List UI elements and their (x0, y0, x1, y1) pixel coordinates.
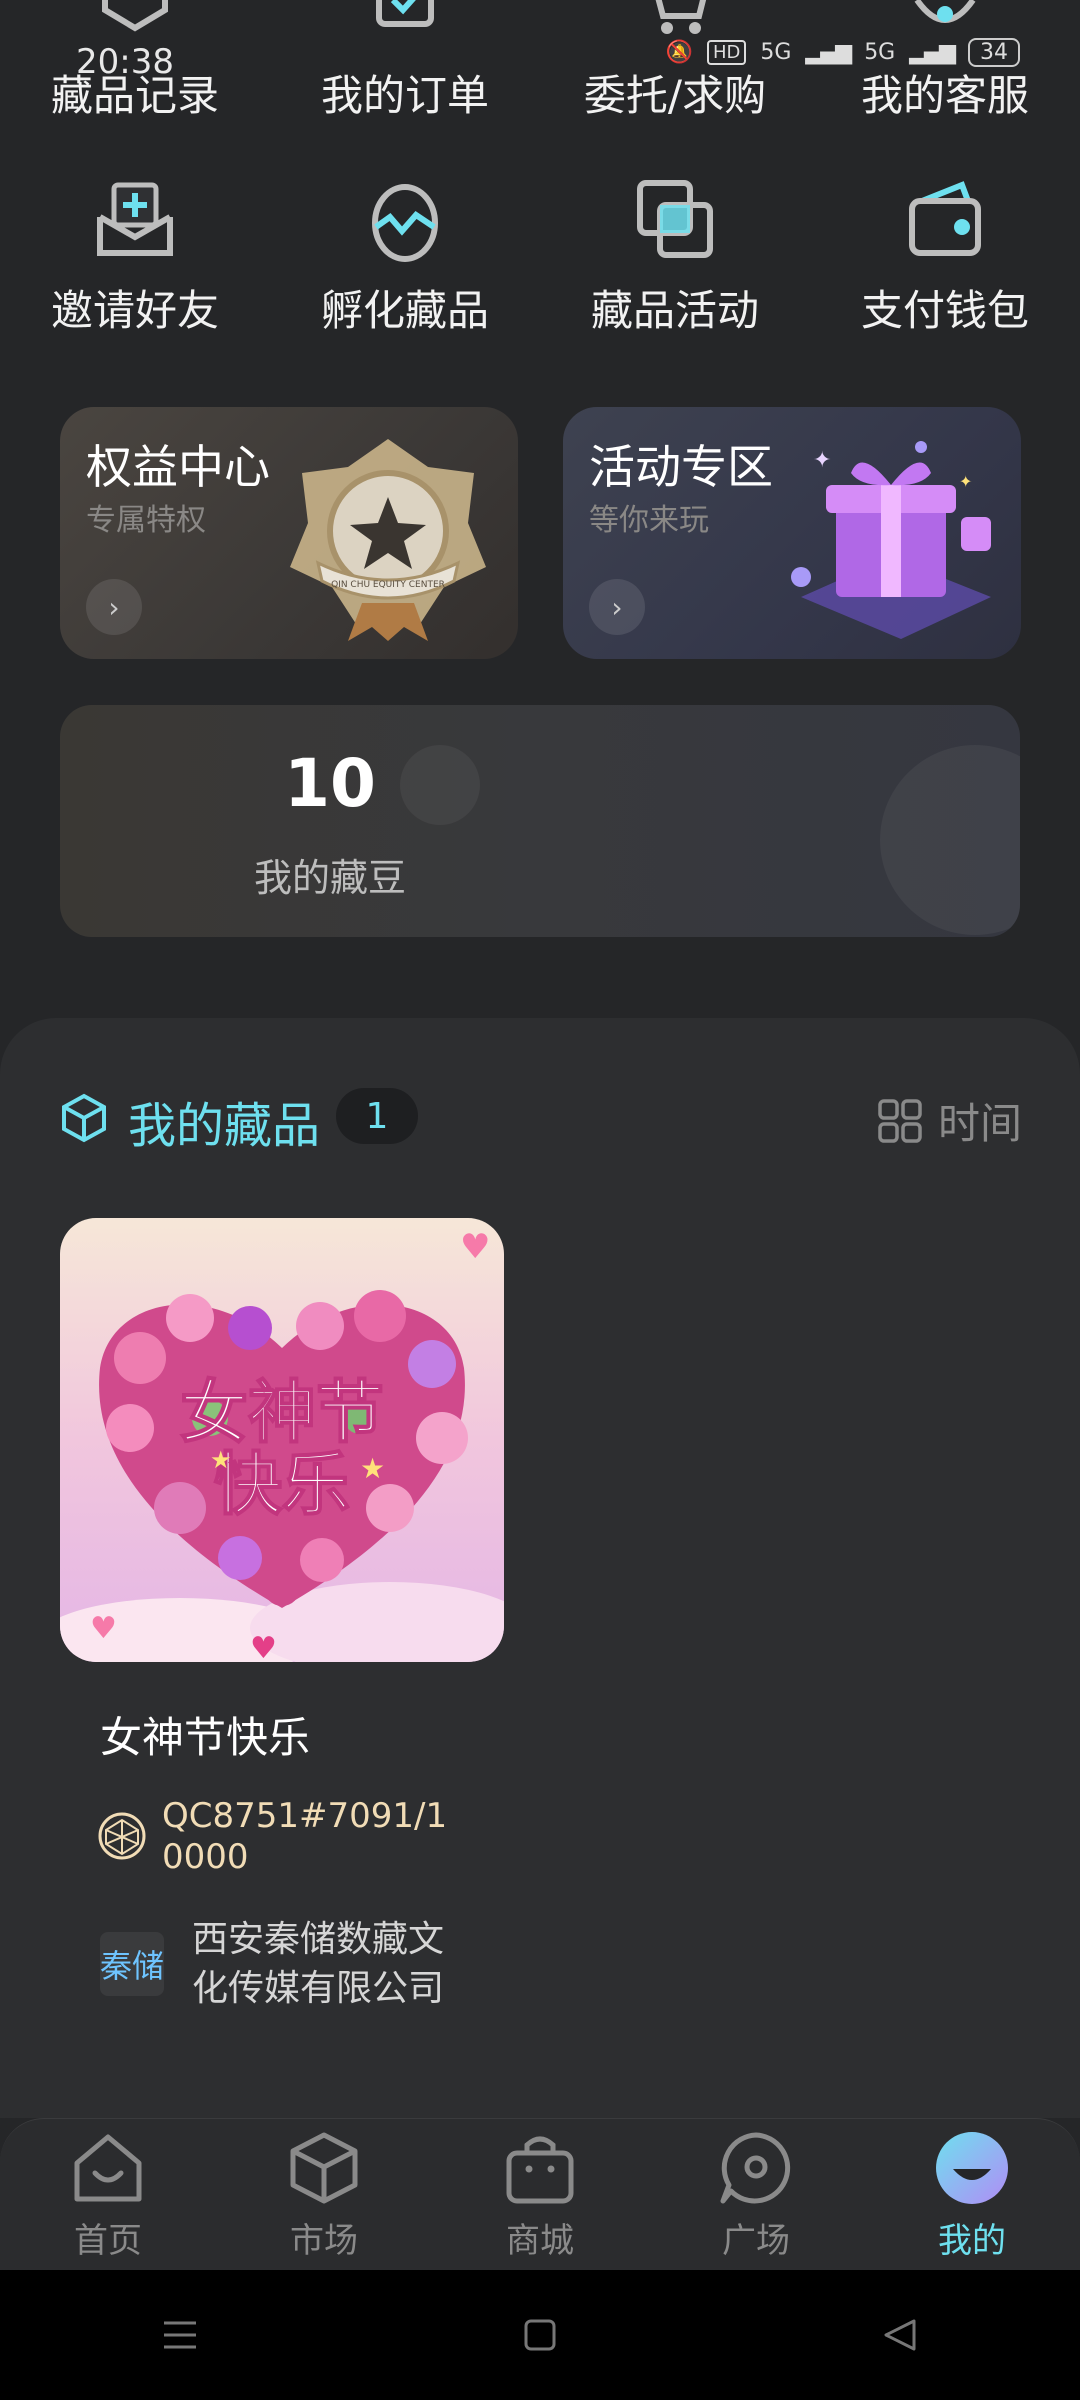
tab-label: 我的 (938, 2221, 1006, 2261)
sort-by-time-button[interactable]: 时间 (878, 1090, 1022, 1151)
blockchain-icon (98, 1812, 146, 1860)
home-nav-button[interactable] (510, 2305, 570, 2365)
equity-badge-text: QIN CHU EQUITY CENTER (331, 580, 445, 590)
collection-header: 我的藏品 1 时间 (58, 1086, 1022, 1154)
svg-text:♥: ♥ (460, 1227, 490, 1267)
collection-item-issuer: 西安秦储数藏文化传媒有限公司 (192, 1919, 445, 2009)
svg-text:★: ★ (360, 1452, 385, 1485)
promo-subtitle: 等你来玩 (589, 503, 709, 538)
grid-item-wallet[interactable]: 支付钱包 (810, 175, 1080, 338)
tab-home[interactable]: 首页 (0, 2119, 216, 2270)
svg-text:✦: ✦ (959, 472, 972, 491)
my-beans-card[interactable]: 10 我的藏豆 (60, 705, 1020, 937)
tab-plaza[interactable]: 广场 (648, 2119, 864, 2270)
beans-count: 10 (284, 745, 376, 822)
cart-icon (630, 0, 720, 50)
back-nav-button[interactable] (870, 2305, 930, 2365)
svg-text:♥: ♥ (90, 1611, 117, 1646)
promo-title: 权益中心 (86, 440, 270, 494)
grid-item-invite-friends[interactable]: 邀请好友 (0, 175, 270, 338)
tab-shop[interactable]: 商城 (432, 2119, 648, 2270)
tab-mine[interactable]: 我的 (864, 2119, 1080, 2270)
tab-market[interactable]: 市场 (216, 2119, 432, 2270)
collection-item-name: 女神节快乐 (100, 1713, 311, 1762)
grid-item-entrust[interactable]: 委托/求购 (540, 0, 810, 123)
chevron-right-icon[interactable]: › (86, 579, 142, 635)
grid-item-customer-service[interactable]: 我的客服 (810, 0, 1080, 123)
cube-outline-icon (62, 1093, 106, 1143)
back-triangle-icon (884, 2319, 916, 2351)
chat-icon (720, 2132, 791, 2204)
wallet-icon (900, 175, 990, 265)
promo-title: 活动专区 (589, 440, 773, 494)
decor-circle (880, 745, 1020, 935)
issuer-logo: 秦储 (100, 1932, 164, 1996)
grid-item-activities[interactable]: 藏品活动 (540, 175, 810, 338)
grid-label: 藏品活动 (590, 286, 759, 335)
cube-icon (290, 2132, 358, 2204)
egg-icon (360, 175, 450, 265)
artwork-text-line1: 女神节 (180, 1373, 384, 1453)
grid-item-collection-record[interactable]: 藏品记录 (0, 0, 270, 123)
svg-text:★: ★ (210, 1446, 232, 1474)
profile-icon (936, 2132, 1008, 2204)
sort-label: 时间 (937, 1099, 1022, 1148)
quick-actions-row-1: 藏品记录 我的订单 委托/求购 我的客服 (0, 0, 1080, 123)
bottom-tab-bar: 首页 市场 商城 广场 我的 (0, 2118, 1080, 2270)
tab-label: 商城 (506, 2221, 574, 2261)
artwork-text-line2: 快乐 (214, 1445, 350, 1525)
grid-item-my-orders[interactable]: 我的订单 (270, 0, 540, 123)
activity-zone-card[interactable]: 活动专区 等你来玩 › ✦ ✦ (563, 407, 1021, 659)
tab-label: 广场 (722, 2221, 790, 2261)
shield-icon (90, 0, 180, 50)
svg-text:✦: ✦ (813, 448, 831, 473)
grid-label: 委托/求购 (583, 71, 767, 120)
order-icon (360, 0, 450, 50)
goddess-day-artwork: 女神节 快乐 ★ ★ ♥ ♥ ♥ (60, 1218, 504, 1662)
collection-count-badge: 1 (336, 1088, 418, 1144)
collection-title: 我的藏品 (128, 1098, 321, 1154)
equity-badge-icon: QIN CHU EQUITY CENTER (290, 439, 486, 641)
grid-item-incubate[interactable]: 孵化藏品 (270, 175, 540, 338)
collection-panel: 我的藏品 1 时间 女神节 快乐 ★ ★ ♥ ♥ ♥ 女神节快乐 QC8751#… (0, 1018, 1080, 2118)
headset-icon (900, 0, 990, 50)
grid-label: 孵化藏品 (320, 286, 489, 335)
home-icon (74, 2134, 142, 2202)
activity-icon (630, 175, 720, 265)
grid-label: 藏品记录 (50, 71, 219, 120)
promo-subtitle: 专属特权 (86, 503, 206, 538)
tab-label: 首页 (74, 2221, 142, 2261)
menu-icon (164, 2321, 196, 2349)
gift-box-icon: ✦ ✦ (791, 441, 991, 639)
chevron-right-icon[interactable]: › (589, 579, 645, 635)
square-icon (524, 2319, 556, 2351)
quick-actions-row-2: 邀请好友 孵化藏品 藏品活动 支付钱包 (0, 175, 1080, 338)
collection-item-image[interactable]: 女神节 快乐 ★ ★ ♥ ♥ ♥ (60, 1218, 504, 1662)
beans-label: 我的藏豆 (253, 856, 406, 900)
grid-view-icon (878, 1098, 922, 1143)
invite-icon (90, 175, 180, 265)
grid-label: 邀请好友 (50, 286, 219, 335)
grid-label: 我的客服 (860, 71, 1029, 120)
menu-nav-button[interactable] (150, 2305, 210, 2365)
equity-center-card[interactable]: 权益中心 专属特权 › QIN CHU EQUITY CENTER (60, 407, 518, 659)
collection-item-serial: QC8751#7091/10000 (162, 1796, 448, 1878)
tab-label: 市场 (290, 2221, 358, 2261)
shop-bag-icon (506, 2136, 574, 2204)
grid-label: 支付钱包 (860, 286, 1029, 335)
system-nav-bar (0, 2270, 1080, 2400)
svg-text:♥: ♥ (250, 1631, 277, 1662)
grid-label: 我的订单 (320, 71, 489, 120)
